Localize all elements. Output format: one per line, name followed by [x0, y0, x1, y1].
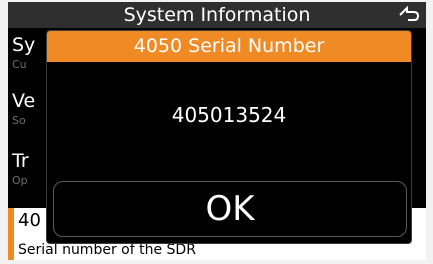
- ok-button[interactable]: OK: [53, 181, 407, 237]
- dialog-title: 4050 Serial Number: [47, 31, 411, 62]
- back-arrow-icon[interactable]: [398, 6, 420, 24]
- list-item-title: Sy: [12, 34, 36, 56]
- selection-accent: [8, 208, 14, 260]
- list-item-title: Tr: [12, 150, 29, 172]
- selected-item-title: 40: [18, 210, 41, 231]
- serial-number-dialog: 4050 Serial Number 405013524 OK: [46, 30, 412, 244]
- list-item-subtitle: Op: [12, 174, 28, 187]
- serial-number-value: 405013524: [171, 103, 287, 127]
- screen-title: System Information: [123, 4, 311, 26]
- title-bar: System Information: [8, 2, 426, 28]
- selected-item-description: Serial number of the SDR: [18, 242, 196, 258]
- list-item-subtitle: So: [12, 114, 26, 127]
- device-screen: System Information Sy Cu Ve So Tr Op 40 …: [8, 2, 426, 260]
- list-item-title: Ve: [12, 90, 36, 112]
- list-item-subtitle: Cu: [12, 58, 27, 71]
